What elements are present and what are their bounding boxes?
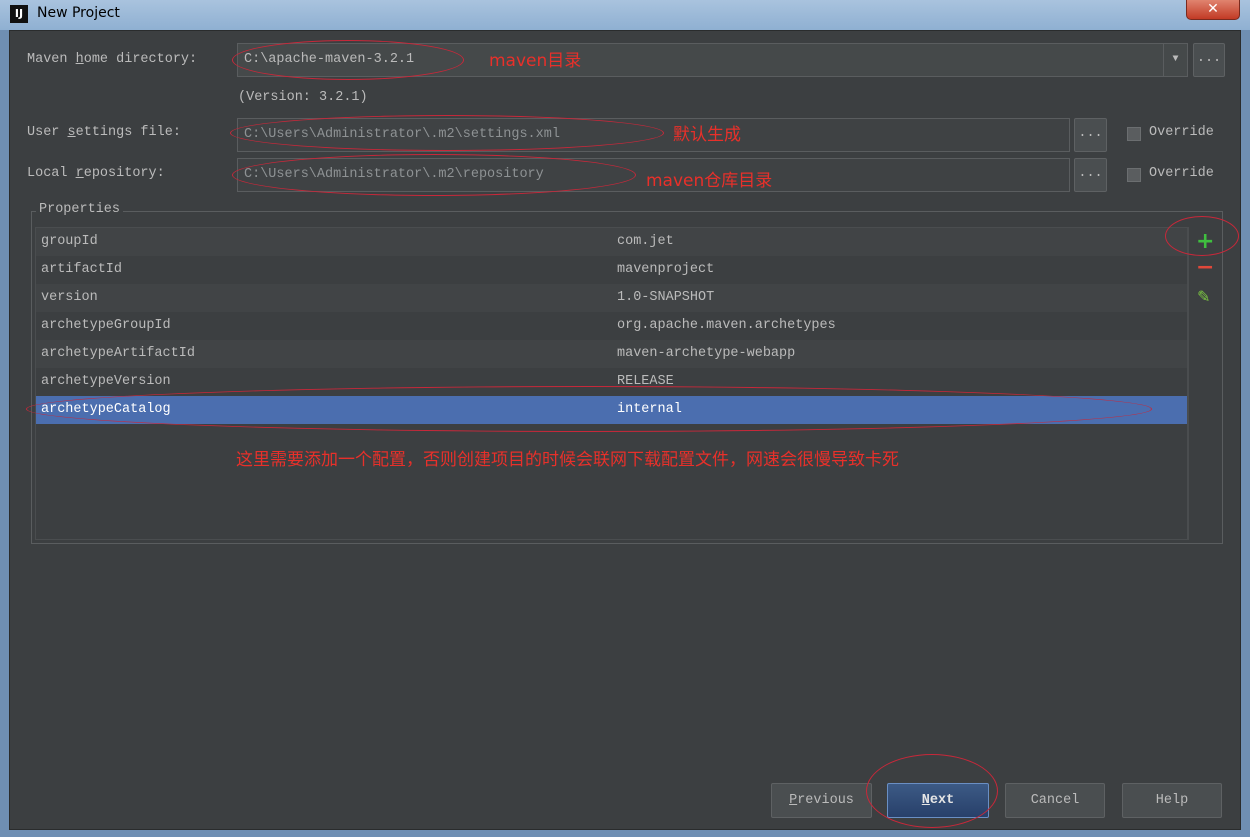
table-row[interactable]: archetypeGroupId org.apache.maven.archety…: [36, 312, 1187, 340]
local-repo-override-label: Override: [1149, 166, 1214, 181]
table-row[interactable]: artifactId mavenproject: [36, 256, 1187, 284]
user-settings-label: User settings file:: [27, 125, 181, 140]
close-button[interactable]: ✕: [1186, 0, 1240, 20]
local-repo-override-checkbox[interactable]: [1127, 168, 1141, 182]
maven-version: (Version: 3.2.1): [238, 90, 368, 105]
edit-icon[interactable]: ✎: [1197, 287, 1210, 306]
cancel-button[interactable]: Cancel: [1005, 783, 1105, 818]
property-key: archetypeVersion: [41, 374, 171, 389]
property-key: version: [41, 290, 98, 305]
annotation-settings: 默认生成: [673, 125, 741, 145]
property-key: groupId: [41, 234, 98, 249]
annotation-ellipse: [230, 115, 664, 151]
table-row[interactable]: archetypeArtifactId maven-archetype-webap…: [36, 340, 1187, 368]
chevron-down-icon[interactable]: ▼: [1163, 44, 1187, 76]
annotation-ellipse: [866, 754, 998, 828]
properties-toolbar: + − ✎: [1188, 227, 1222, 540]
intellij-logo: IJ: [10, 5, 28, 23]
local-repo-browse-button[interactable]: ...: [1074, 158, 1107, 192]
annotation-catalog: 这里需要添加一个配置，否则创建项目的时候会联网下载配置文件，网速会很慢导致卡死: [236, 450, 899, 470]
property-key: archetypeArtifactId: [41, 346, 195, 361]
user-settings-override-checkbox[interactable]: [1127, 127, 1141, 141]
property-value: com.jet: [617, 234, 674, 249]
property-value: 1.0-SNAPSHOT: [617, 290, 715, 305]
remove-icon[interactable]: −: [1196, 255, 1214, 280]
user-settings-browse-button[interactable]: ...: [1074, 118, 1107, 152]
previous-button[interactable]: Previous: [771, 783, 872, 818]
table-row[interactable]: groupId com.jet: [36, 228, 1187, 256]
annotation-ellipse: [26, 386, 1152, 432]
annotation-repo: maven仓库目录: [646, 171, 773, 191]
maven-home-label: Maven home directory:: [27, 52, 198, 67]
property-value: maven-archetype-webapp: [617, 346, 796, 361]
properties-title: Properties: [36, 202, 124, 217]
maven-home-browse-button[interactable]: ...: [1193, 43, 1225, 77]
close-icon: ✕: [1207, 1, 1219, 17]
property-key: artifactId: [41, 262, 123, 277]
user-settings-override-label: Override: [1149, 125, 1214, 140]
table-row[interactable]: version 1.0-SNAPSHOT: [36, 284, 1187, 312]
help-button[interactable]: Help: [1122, 783, 1222, 818]
local-repo-label: Local repository:: [27, 166, 165, 181]
property-value: org.apache.maven.archetypes: [617, 318, 836, 333]
title-bar: IJ New Project ✕: [0, 0, 1250, 30]
annotation-maven-home: maven目录: [489, 51, 582, 71]
window-title: New Project: [37, 5, 120, 21]
properties-table: groupId com.jet artifactId mavenproject vers…: [35, 227, 1188, 540]
annotation-ellipse: [1165, 216, 1239, 256]
annotation-ellipse: [232, 40, 464, 80]
property-key: archetypeGroupId: [41, 318, 171, 333]
annotation-ellipse: [232, 154, 636, 196]
property-value: mavenproject: [617, 262, 715, 277]
